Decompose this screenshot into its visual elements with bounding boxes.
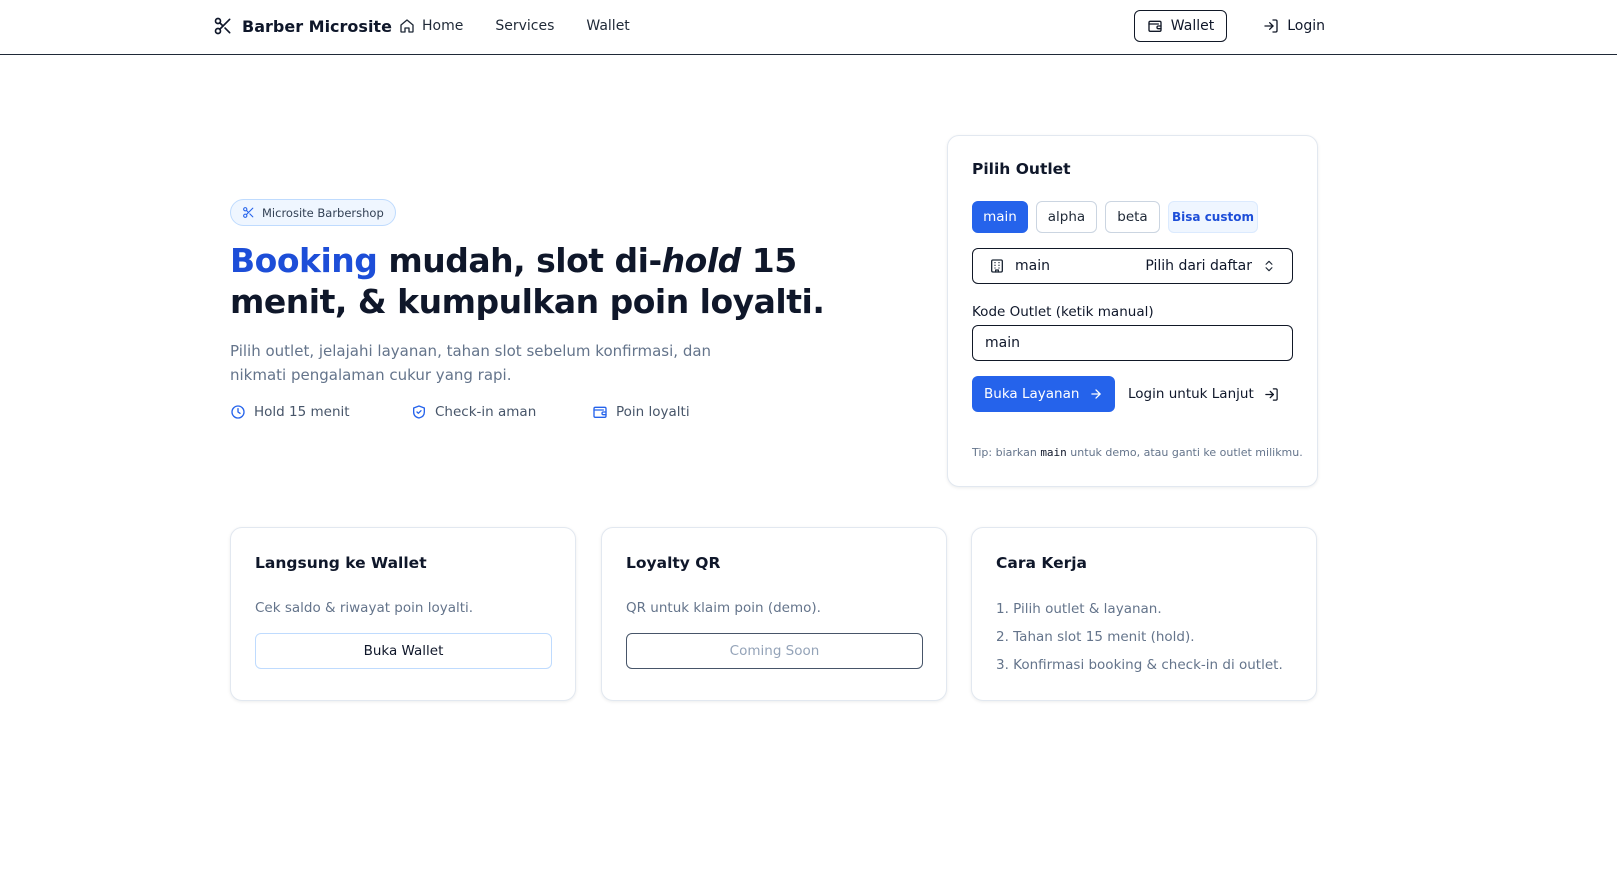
wallet-icon (1147, 18, 1163, 34)
feature-hold-label: Hold 15 menit (254, 404, 350, 420)
nav-wallet-label: Wallet (586, 18, 630, 34)
login-icon (1264, 387, 1279, 402)
login-to-continue-button[interactable]: Login untuk Lanjut (1128, 376, 1279, 412)
tip-prefix: Tip: biarkan (972, 446, 1041, 459)
loyalty-qr-card-title: Loyalty QR (626, 554, 721, 572)
step-item: 1. Pilih outlet & layanan. (996, 601, 1162, 617)
home-icon (399, 18, 415, 34)
hero-title-part1: mudah, slot di- (377, 241, 662, 280)
wallet-icon (592, 404, 608, 420)
feature-points-label: Poin loyalti (616, 404, 690, 420)
nav-home-label: Home (422, 18, 464, 34)
nav-wallet[interactable]: Wallet (586, 18, 629, 34)
wallet-card-desc: Cek saldo & riwayat poin loyalti. (255, 600, 474, 616)
tip-suffix: untuk demo, atau ganti ke outlet milikmu… (1066, 446, 1303, 459)
outlet-card: Pilih Outlet main alpha beta Bisa custom… (947, 135, 1318, 487)
nav-services[interactable]: Services (495, 18, 554, 34)
login-label: Login (1287, 18, 1325, 34)
hero-badge-label: Microsite Barbershop (262, 205, 384, 220)
nav-actions: Wallet Login (1133, 10, 1325, 42)
hero-badge: Microsite Barbershop (230, 199, 396, 226)
nav-home[interactable]: Home (399, 18, 463, 34)
brand-logo[interactable]: Barber Microsite (213, 14, 392, 38)
loyalty-qr-card-desc: QR untuk klaim poin (demo). (626, 600, 821, 616)
outlet-chip-beta[interactable]: beta (1105, 201, 1160, 233)
how-it-works-steps: 1. Pilih outlet & layanan. 2. Tahan slot… (996, 600, 1283, 684)
wallet-button-label: Wallet (1170, 18, 1215, 34)
how-it-works-card: Cara Kerja 1. Pilih outlet & layanan. 2.… (971, 527, 1317, 701)
feature-checkin-label: Check-in aman (435, 404, 537, 420)
feature-checkin: Check-in aman (411, 402, 536, 422)
tip-code: main (1040, 446, 1067, 459)
open-services-button[interactable]: Buka Layanan (972, 376, 1116, 412)
outlet-card-title: Pilih Outlet (972, 160, 1071, 178)
loyalty-qr-card: Loyalty QR QR untuk klaim poin (demo). C… (601, 527, 947, 701)
scissors-icon (242, 206, 255, 219)
outlet-code-input[interactable] (972, 325, 1293, 361)
wallet-card-title: Langsung ke Wallet (255, 554, 427, 572)
building-icon (989, 258, 1005, 274)
outlet-chip-alpha[interactable]: alpha (1036, 201, 1097, 233)
login-to-continue-label: Login untuk Lanjut (1128, 386, 1254, 402)
coming-soon-button: Coming Soon (626, 633, 923, 669)
hero-title-italic: hold (661, 241, 742, 280)
chevrons-up-down-icon (1262, 259, 1276, 273)
shield-check-icon (411, 404, 427, 420)
wallet-card: Langsung ke Wallet Cek saldo & riwayat p… (230, 527, 576, 701)
how-it-works-title: Cara Kerja (996, 554, 1088, 572)
navbar: Barber Microsite Home Services Wallet Wa… (0, 0, 1617, 55)
outlet-select-value: main (1015, 258, 1050, 274)
feature-points: Poin loyalti (592, 402, 690, 422)
hero-subtitle: Pilih outlet, jelajahi layanan, tahan sl… (230, 342, 712, 384)
clock-icon (230, 404, 246, 420)
nav-services-label: Services (495, 18, 555, 34)
hero-title: Booking mudah, slot di-hold 15 menit, & … (230, 240, 850, 322)
scissors-icon (213, 16, 233, 36)
outlet-select[interactable]: main Pilih dari daftar (972, 248, 1293, 284)
wallet-button[interactable]: Wallet (1133, 10, 1228, 42)
open-wallet-button[interactable]: Buka Wallet (255, 633, 552, 669)
open-services-label: Buka Layanan (984, 386, 1080, 402)
outlet-chip-main[interactable]: main (972, 201, 1028, 233)
brand-name: Barber Microsite (242, 16, 392, 36)
main-nav: Home Services Wallet (399, 14, 630, 38)
outlet-select-hint: Pilih dari daftar (1145, 258, 1252, 274)
custom-badge: Bisa custom (1168, 201, 1258, 233)
feature-hold: Hold 15 menit (230, 402, 350, 422)
step-item: 2. Tahan slot 15 menit (hold). (996, 629, 1195, 645)
outlet-tip: Tip: biarkan main untuk demo, atau ganti… (972, 446, 1303, 459)
step-item: 3. Konfirmasi booking & check-in di outl… (996, 657, 1283, 673)
login-icon (1263, 18, 1279, 34)
outlet-code-label: Kode Outlet (ketik manual) (972, 304, 1154, 320)
hero-title-accent: Booking (230, 241, 378, 280)
arrow-right-icon (1089, 387, 1103, 401)
login-button[interactable]: Login (1263, 18, 1325, 34)
